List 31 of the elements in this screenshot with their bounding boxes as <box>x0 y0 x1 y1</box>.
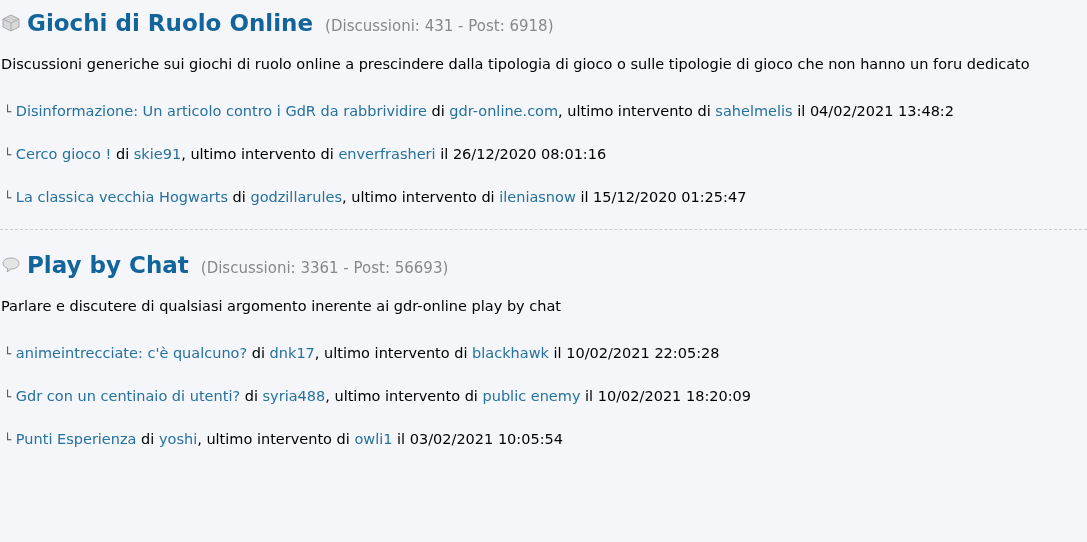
topic-link[interactable]: La classica vecchia Hogwarts <box>15 189 228 205</box>
speech-bubble-icon <box>1 256 21 274</box>
forum-title-link[interactable]: Play by Chat <box>27 252 189 278</box>
topic-line: └ Disinformazione: Un articolo contro i GdR da rabbrividire di gdr-online.com, ultimo intervento di sahelmelis il 04/02/2021 13:48:2 <box>4 102 955 121</box>
topic-link[interactable]: ileniasnow <box>499 189 576 205</box>
topic-line: └ La classica vecchia Hogwarts di godzillarules, ultimo intervento di ileniasnow il 15/12/2020 01:25:47 <box>4 188 748 207</box>
topic-link[interactable]: public enemy <box>482 388 581 404</box>
forum-title-link[interactable]: Giochi di Ruolo Online <box>27 10 314 36</box>
topic-line: └ animeintrecciate: c'è qualcuno? di dnk17, ultimo intervento di blackhawk il 10/02/2021 22:05:28 <box>4 344 721 363</box>
topic-line: └ Gdr con un centinaio di utenti? di syria488, ultimo intervento di public enemy il 10/02/2021 18:20:09 <box>4 387 753 406</box>
topic-link[interactable]: sahelmelis <box>715 103 793 119</box>
topic-link[interactable]: dnk17 <box>269 345 315 361</box>
topic-link[interactable]: Punti Esperienza <box>15 431 137 447</box>
topic-link[interactable]: godzillarules <box>250 189 342 205</box>
topic-link[interactable]: gdr-online.com <box>449 103 559 119</box>
topic-link[interactable]: animeintrecciate: c'è qualcuno? <box>15 345 248 361</box>
topic-link[interactable]: Gdr con un centinaio di utenti? <box>15 388 241 404</box>
topic-link[interactable]: skie91 <box>133 146 182 162</box>
topic-link[interactable]: Cerco gioco ! <box>15 146 112 162</box>
topic-link[interactable]: enverfrasheri <box>338 146 436 162</box>
forum-description: Parlare e discutere di qualsiasi argomento inerente ai gdr-online play by chat <box>1 297 562 316</box>
topic-link[interactable]: Disinformazione: Un articolo contro i GdR da rabbrividire <box>15 103 427 119</box>
forum-description: Discussioni generiche sui giochi di ruolo online a prescindere dalla tipologia di gioco o sulle tipologie di gioco che non hanno un foru dedicato <box>1 55 1031 74</box>
forum-stats: (Discussioni: 3361 - Post: 56693) <box>200 259 449 277</box>
topic-link[interactable]: yoshi <box>158 431 198 447</box>
topic-line: └ Punti Esperienza di yoshi, ultimo intervento di owli1 il 03/02/2021 10:05:54 <box>4 430 565 449</box>
topic-line: └ Cerco gioco ! di skie91, ultimo intervento di enverfrasheri il 26/12/2020 08:01:16 <box>4 145 608 164</box>
topic-link[interactable]: owli1 <box>354 431 393 447</box>
forum-stats: (Discussioni: 431 - Post: 6918) <box>325 17 554 35</box>
topic-link[interactable]: blackhawk <box>472 345 549 361</box>
topic-link[interactable]: syria488 <box>262 388 326 404</box>
